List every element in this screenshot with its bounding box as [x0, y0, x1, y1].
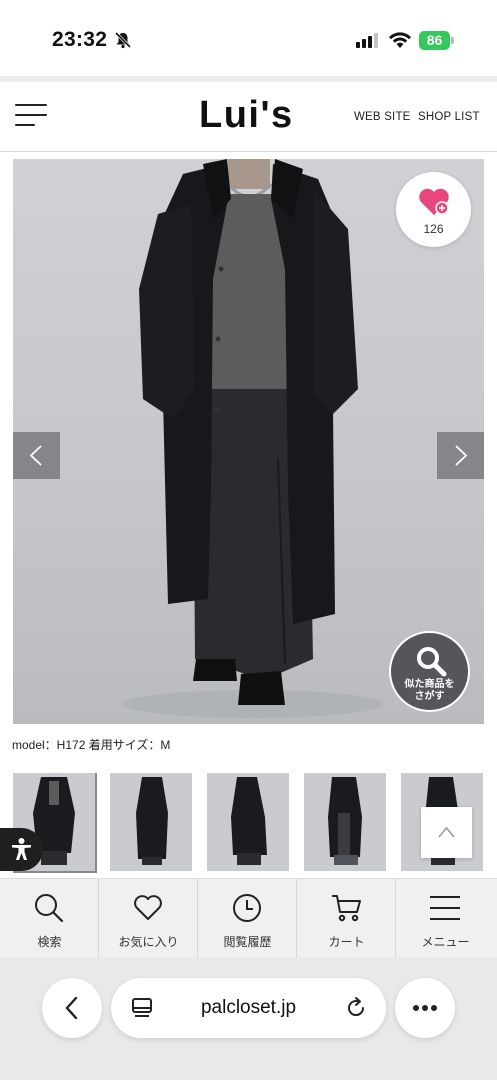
- find-similar-label: 似た商品を さがす: [391, 679, 468, 703]
- bottom-navigation: 検索 お気に入り 閲覧履歴 カート メニュー: [0, 878, 497, 959]
- menu-icon: [430, 896, 460, 920]
- model-info: model：H172 着用サイズ：M: [12, 738, 171, 752]
- accessibility-icon: [12, 838, 31, 860]
- status-time: 23:32: [52, 28, 108, 51]
- wifi-icon: [389, 32, 411, 48]
- menu-line: [15, 124, 35, 126]
- accessibility-button[interactable]: [0, 828, 43, 871]
- thumbnail-image: [328, 777, 362, 865]
- find-similar-line2: さがす: [414, 691, 445, 702]
- menu-line: [15, 104, 47, 106]
- browser-more-button[interactable]: [395, 978, 455, 1038]
- site-header: Lui's WEB SITE SHOP LIST: [0, 82, 497, 152]
- search-icon: [417, 647, 447, 677]
- nav-history[interactable]: 閲覧履歴: [198, 879, 297, 959]
- nav-link-website[interactable]: WEB SITE: [354, 111, 411, 123]
- scroll-to-top-button[interactable]: [421, 807, 472, 858]
- nav-history-label: 閲覧履歴: [223, 935, 272, 949]
- hamburger-menu-icon[interactable]: [15, 104, 47, 128]
- nav-link-shop-list[interactable]: SHOP LIST: [418, 111, 480, 123]
- nav-menu[interactable]: メニュー: [396, 879, 495, 959]
- bell-slash-icon: [114, 31, 132, 49]
- more-dots-icon: [413, 1005, 437, 1011]
- nav-menu-label: メニュー: [421, 935, 470, 949]
- thumbnail-4[interactable]: [304, 773, 386, 871]
- chevron-right-icon: [455, 445, 468, 466]
- browser-back-button[interactable]: [42, 978, 102, 1038]
- clock-icon: [233, 894, 261, 922]
- cart-icon: [332, 895, 361, 922]
- nav-cart-label: カート: [328, 935, 365, 949]
- thumbnail-3[interactable]: [207, 773, 289, 871]
- like-count: 126: [423, 222, 444, 236]
- battery-icon: 86: [419, 31, 455, 50]
- favorite-button[interactable]: 126: [396, 172, 471, 247]
- chevron-up-icon: [438, 826, 455, 838]
- reload-icon[interactable]: [344, 996, 368, 1020]
- previous-image-button[interactable]: [13, 432, 60, 479]
- heart-icon: [134, 895, 162, 920]
- signal-icon: [356, 33, 378, 48]
- find-similar-button[interactable]: 似た商品を さがす: [389, 631, 470, 712]
- nav-cart[interactable]: カート: [297, 879, 396, 959]
- browser-toolbar: palcloset.jp: [0, 958, 497, 1080]
- thumbnail-image: [231, 777, 267, 865]
- thumbnail-2[interactable]: [110, 773, 192, 871]
- find-similar-line1: 似た商品を: [404, 679, 455, 690]
- address-bar[interactable]: palcloset.jp: [111, 978, 386, 1038]
- battery-level: 86: [426, 32, 443, 48]
- nav-search[interactable]: 検索: [0, 879, 99, 959]
- heart-plus-icon: [419, 188, 449, 215]
- thumbnail-image: [136, 777, 168, 865]
- chevron-left-icon: [29, 445, 42, 466]
- chevron-left-icon: [65, 996, 78, 1020]
- battery-tip: [451, 37, 454, 44]
- nav-search-label: 検索: [37, 935, 62, 949]
- nav-favorites[interactable]: お気に入り: [99, 879, 198, 959]
- nav-favorites-label: お気に入り: [118, 935, 179, 949]
- menu-line: [15, 114, 47, 116]
- next-image-button[interactable]: [437, 432, 484, 479]
- brand-logo[interactable]: Lui's: [199, 94, 294, 137]
- search-icon: [35, 894, 64, 923]
- status-bar: 23:32 86: [0, 0, 497, 76]
